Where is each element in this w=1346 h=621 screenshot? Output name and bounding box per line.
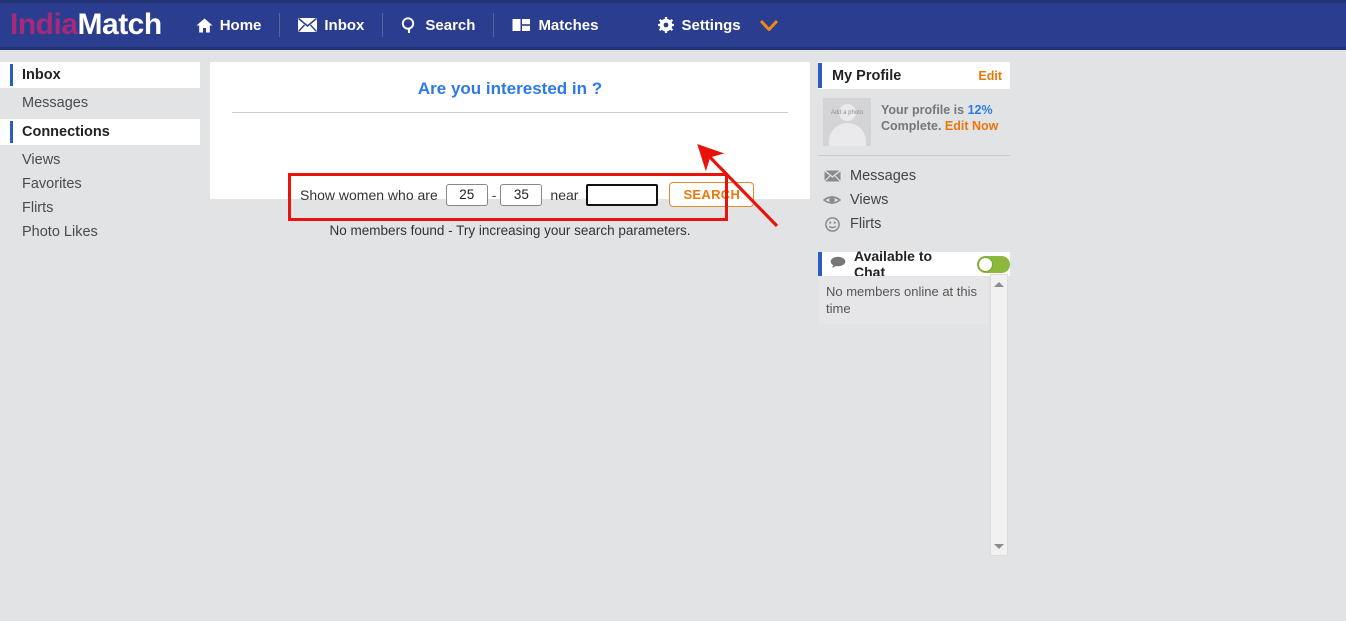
envelope-icon xyxy=(823,170,841,182)
profile-status-prefix: Your profile is xyxy=(881,103,965,117)
nav-label-settings: Settings xyxy=(681,16,741,34)
scrollbar-up-arrow-icon[interactable] xyxy=(991,276,1007,292)
sidebar-item-favorites[interactable]: Favorites xyxy=(0,172,200,196)
avatar[interactable]: Add a photo xyxy=(823,98,871,146)
main-navigation: Home Inbox Search Matches Settings xyxy=(178,3,796,47)
right-sidebar: My Profile Edit Add a photo Your profile… xyxy=(818,62,1010,324)
chevron-down-icon[interactable] xyxy=(759,19,778,31)
my-profile-title: My Profile xyxy=(832,67,902,84)
available-to-chat-header: Available to Chat xyxy=(818,248,1010,280)
home-icon xyxy=(196,18,213,33)
avatar-placeholder-label: Add a photo xyxy=(830,110,864,116)
quick-link-label: Flirts xyxy=(850,216,882,232)
no-results-message: No members found - Try increasing your s… xyxy=(329,223,691,238)
sidebar-header-inbox[interactable]: Inbox xyxy=(0,62,200,88)
sidebar-header-connections[interactable]: Connections xyxy=(0,119,200,145)
scrollbar-down-arrow-icon[interactable] xyxy=(991,538,1007,554)
age-max-input[interactable] xyxy=(500,183,543,206)
nav-label-inbox: Inbox xyxy=(324,16,365,34)
top-header-bar: IndiaMatch Home Inbox Search Matches Set… xyxy=(0,0,1346,50)
logo-text-match: Match xyxy=(77,8,163,41)
nav-label-matches: Matches xyxy=(538,16,599,34)
search-form-prefix-label: Show women who are xyxy=(300,186,438,203)
right-sidebar-divider xyxy=(818,155,1010,156)
chat-bubble-icon xyxy=(830,255,846,273)
profile-edit-now-link[interactable]: Edit Now xyxy=(945,119,998,133)
profile-edit-link[interactable]: Edit xyxy=(978,69,1002,83)
sidebar-item-label: Favorites xyxy=(22,176,82,192)
main-content-panel: Are you interested in ? Show women who a… xyxy=(210,62,810,238)
near-location-input[interactable] xyxy=(586,183,659,206)
chat-panel-scrollbar[interactable] xyxy=(990,274,1008,556)
gear-icon xyxy=(658,17,675,33)
profile-completion-text: Your profile is 12% Complete. Edit Now xyxy=(881,98,998,134)
nav-item-matches[interactable]: Matches xyxy=(494,9,616,41)
quick-link-label: Messages xyxy=(850,168,917,184)
wink-face-icon xyxy=(823,216,841,232)
page-title: Are you interested in ? xyxy=(417,79,603,98)
search-form: Show women who are - near SEARCH xyxy=(300,182,755,207)
age-range-separator: - xyxy=(491,186,497,203)
available-to-chat-toggle[interactable] xyxy=(977,255,1010,273)
online-members-empty-message: No members online at this time xyxy=(826,284,978,316)
quick-link-label: Views xyxy=(850,192,889,208)
online-members-list: No members online at this time xyxy=(818,276,988,324)
eye-icon xyxy=(823,194,841,206)
sidebar-item-label: Photo Likes xyxy=(22,224,98,240)
title-divider xyxy=(232,112,788,113)
profile-summary-row: Add a photo Your profile is 12% Complete… xyxy=(818,89,1010,155)
near-label: near xyxy=(550,186,579,203)
cards-icon xyxy=(512,18,531,32)
sidebar-item-photo-likes[interactable]: Photo Likes xyxy=(0,220,200,244)
site-logo[interactable]: IndiaMatch xyxy=(10,10,162,40)
quick-link-messages[interactable]: Messages xyxy=(818,164,1010,188)
sidebar-item-flirts[interactable]: Flirts xyxy=(0,196,200,220)
sidebar-item-views[interactable]: Views xyxy=(0,148,200,172)
profile-status-suffix: Complete. xyxy=(881,119,942,133)
sidebar-header-label: Inbox xyxy=(22,67,61,83)
sidebar-item-label: Messages xyxy=(22,95,89,111)
quick-link-flirts[interactable]: Flirts xyxy=(818,212,1010,236)
avatar-silhouette-body xyxy=(829,123,866,146)
envelope-icon xyxy=(298,18,318,32)
age-min-input[interactable] xyxy=(445,183,488,206)
left-sidebar: Inbox Messages Connections Views Favorit… xyxy=(0,62,200,244)
sidebar-item-label: Flirts xyxy=(22,200,54,216)
magnifier-icon xyxy=(401,16,418,34)
sidebar-header-label: Connections xyxy=(22,124,110,140)
nav-label-home: Home xyxy=(219,16,262,34)
profile-completion-percent: 12% xyxy=(967,103,993,117)
sidebar-item-messages[interactable]: Messages xyxy=(0,91,200,115)
nav-item-search[interactable]: Search xyxy=(383,9,493,41)
my-profile-panel-header: My Profile Edit xyxy=(818,62,1010,89)
nav-item-home[interactable]: Home xyxy=(178,9,280,41)
nav-item-inbox[interactable]: Inbox xyxy=(280,9,382,41)
quick-link-views[interactable]: Views xyxy=(818,188,1010,212)
sidebar-item-label: Views xyxy=(22,152,61,168)
nav-item-settings[interactable]: Settings xyxy=(616,9,795,41)
nav-label-search: Search xyxy=(425,16,476,34)
toggle-knob xyxy=(978,256,994,272)
logo-text-india: India xyxy=(10,8,78,41)
search-button[interactable]: SEARCH xyxy=(669,182,755,207)
